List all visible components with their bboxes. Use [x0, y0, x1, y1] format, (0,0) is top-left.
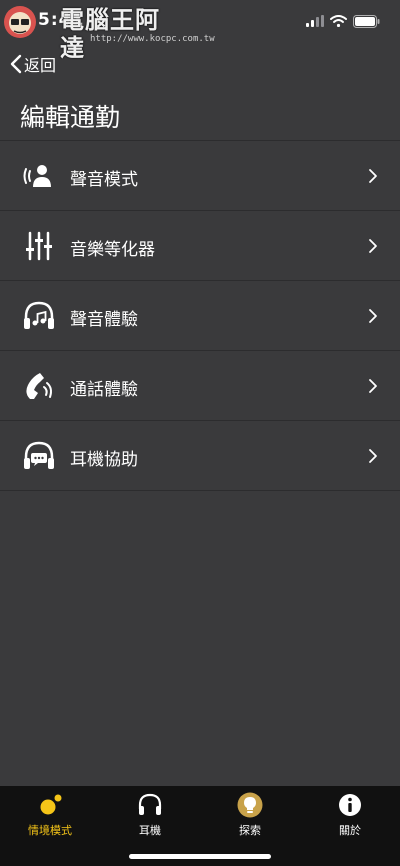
menu-item-label: 音樂等化器 — [70, 240, 155, 260]
menu-item-label: 耳機協助 — [70, 450, 138, 470]
tab-label: 關於 — [339, 824, 361, 837]
menu-item-equalizer[interactable]: 音樂等化器 — [0, 211, 400, 281]
tab-label: 探索 — [239, 824, 261, 837]
battery-icon — [353, 14, 380, 28]
info-icon — [339, 794, 361, 816]
page-title: 編輯通勤 — [20, 103, 121, 132]
wifi-icon — [330, 15, 347, 27]
back-label: 返回 — [24, 56, 57, 75]
menu-item-call-experience[interactable]: 通話體驗 — [0, 351, 400, 421]
tab-headphones[interactable]: 耳機 — [110, 792, 190, 842]
tab-label: 耳機 — [139, 824, 161, 837]
chevron-right-icon — [369, 309, 377, 323]
watermark: 電腦王阿達 http://www.kocpc.com.tw — [60, 6, 215, 62]
chevron-left-icon — [10, 54, 22, 74]
chevron-right-icon — [369, 239, 377, 253]
status-icons — [306, 13, 380, 29]
chevron-right-icon — [369, 169, 377, 183]
tab-label: 情境模式 — [28, 824, 72, 837]
phone-sound-icon — [26, 373, 52, 399]
back-button[interactable]: 返回 — [10, 52, 56, 76]
tab-scene-mode[interactable]: 情境模式 — [10, 792, 90, 842]
tab-explore[interactable]: 探索 — [210, 792, 290, 842]
watermark-logo-icon — [4, 6, 36, 38]
menu-item-earphone-assist[interactable]: 耳機協助 — [0, 421, 400, 491]
voice-person-icon — [23, 165, 51, 187]
chevron-right-icon — [369, 449, 377, 463]
watermark-url: http://www.kocpc.com.tw — [90, 34, 215, 44]
headphones-chat-icon — [24, 441, 54, 469]
lightbulb-icon — [237, 792, 263, 818]
tab-about[interactable]: 關於 — [310, 792, 390, 842]
chevron-right-icon — [369, 379, 377, 393]
menu-item-label: 通話體驗 — [70, 380, 138, 400]
status-bar: 5:41 電腦王阿達 http://www.kocpc.com.tw — [0, 0, 400, 62]
menu-item-label: 聲音體驗 — [70, 310, 138, 330]
menu-item-sound-experience[interactable]: 聲音體驗 — [0, 281, 400, 351]
menu-list: 聲音模式 音樂等化器 聲音體驗 通話體驗 耳機協助 — [0, 140, 400, 491]
menu-item-sound-mode[interactable]: 聲音模式 — [0, 141, 400, 211]
scene-dots-icon — [40, 794, 62, 815]
menu-item-label: 聲音模式 — [70, 170, 138, 190]
home-indicator[interactable] — [129, 854, 271, 859]
equalizer-icon — [26, 231, 52, 261]
signal-icon — [306, 15, 324, 27]
headphones-icon — [138, 793, 162, 815]
headphones-music-icon — [24, 301, 54, 329]
